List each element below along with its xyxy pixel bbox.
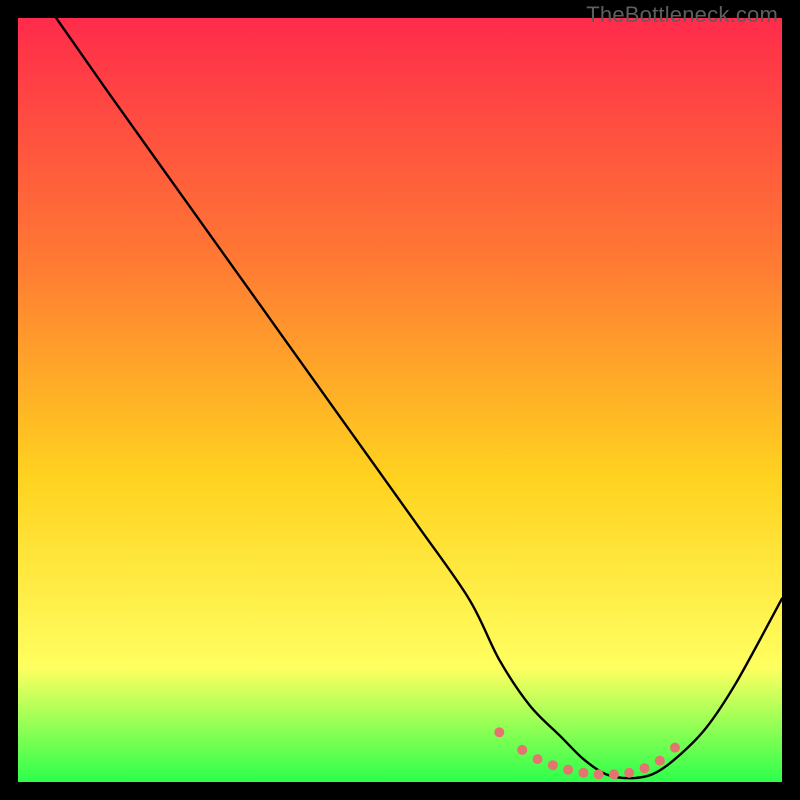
marker-dot [655, 756, 665, 766]
marker-dot [533, 754, 543, 764]
marker-dot [594, 769, 604, 779]
marker-dot [563, 765, 573, 775]
marker-dot [494, 727, 504, 737]
marker-dot [578, 768, 588, 778]
marker-dot [609, 769, 619, 779]
gradient-background [18, 18, 782, 782]
marker-dot [624, 768, 634, 778]
bottleneck-chart [18, 18, 782, 782]
marker-dot [517, 745, 527, 755]
marker-dot [640, 763, 650, 773]
marker-dot [670, 743, 680, 753]
marker-dot [548, 760, 558, 770]
chart-frame [18, 18, 782, 782]
watermark-text: TheBottleneck.com [586, 2, 778, 28]
